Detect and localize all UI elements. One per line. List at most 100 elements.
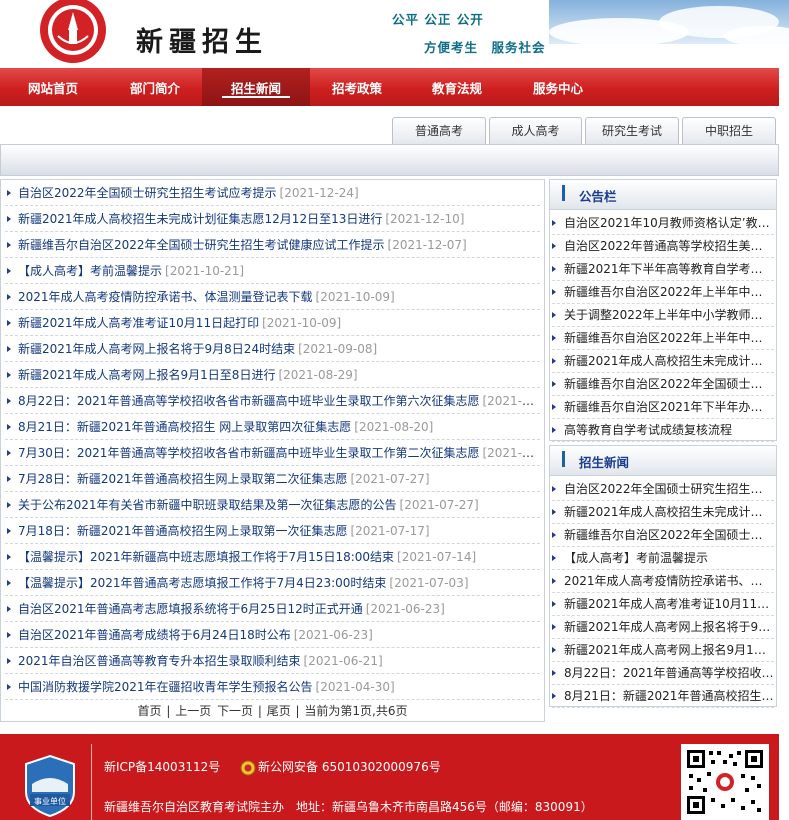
news-title[interactable]: 7月28日：新疆2021年普通高校招生网上录取第二次征集志愿 [18,472,347,486]
news-list-item[interactable]: 新疆2021年成人高考准考证10月11日起打印 [2021-10-09] [5,310,540,336]
pager-first[interactable]: 首页 [138,704,162,718]
news-list-item[interactable]: 7月30日：2021年普通高等学校招收各省市新疆高中班毕业生录取工作第二次征集志… [5,440,540,466]
news-list-item[interactable]: 中国消防救援学院2021年在疆招收青年学生预报名公告 [2021-04-30] [5,674,540,700]
police-record-text: 新公网安备 65010302000976号 [258,760,441,774]
news-title[interactable]: 自治区2021年普通高考成绩将于6月24日18时公布 [18,628,291,642]
bullet-icon [552,381,556,387]
tab-regular-gaokao[interactable]: 普通高考 [392,117,486,144]
tab-adult-gaokao[interactable]: 成人高考 [489,117,582,144]
police-record[interactable]: 新公网安备 65010302000976号 [240,758,441,776]
police-badge-icon [240,760,256,775]
side-news-item[interactable]: 【成人高考】考前温馨提示 [552,547,774,570]
news-list-item[interactable]: 新疆维吾尔自治区2022年全国硕士研究生招生考试健康应试工作提示 [2021-12… [5,232,540,258]
side-news-item[interactable]: 新疆2021年成人高校招生未完成计划征集志愿 [552,501,774,524]
tab-vocational[interactable]: 中职招生 [682,117,776,144]
notice-item[interactable]: 关于调整2022年上半年中小学教师资格考试日期的公告 [552,304,774,327]
side-news-item-text: 新疆2021年成人高考网上报名将于9月8日24时结束 [564,620,774,634]
bullet-icon [7,294,11,300]
notice-item[interactable]: 新疆维吾尔自治区2022年上半年中小学教师资格考试公告 [552,281,774,304]
notice-item[interactable]: 高等教育自学考试成绩复核流程 [552,419,774,442]
slogan-line2: 方便考生 服务社会 [424,40,546,55]
admissions-news-box: 招生新闻 自治区2022年全国硕士研究生招生考试应考提示新疆2021年成人高校招… [549,445,777,708]
news-title[interactable]: 关于公布2021年有关省市新疆中职班录取结果及第一次征集志愿的公告 [18,498,397,512]
bullet-icon [7,216,11,222]
icp-record[interactable]: 新ICP备14003112号 [104,758,220,775]
news-title[interactable]: 新疆2021年成人高校招生未完成计划征集志愿12月12日至13日进行 [18,212,382,226]
tab-graduate-exam[interactable]: 研究生考试 [585,117,679,144]
news-title[interactable]: 【温馨提示】2021年普通高考志愿填报工作将于7月4日23:00时结束 [18,576,386,590]
news-title[interactable]: 8月21日：新疆2021年普通高校招生 网上录取第四次征集志愿 [18,420,351,434]
news-list-item[interactable]: 【成人高考】考前温馨提示 [2021-10-21] [5,258,540,284]
pager-prev[interactable]: 上一页 [175,704,211,718]
tab-content-strip [0,144,779,176]
side-news-item[interactable]: 2021年成人高考疫情防控承诺书、体温测量登记表下载 [552,570,774,593]
news-list-item[interactable]: 新疆2021年成人高校招生未完成计划征集志愿12月12日至13日进行 [2021-… [5,206,540,232]
notice-box-header: 公告栏 [550,180,776,210]
news-list-item[interactable]: 8月21日：新疆2021年普通高校招生 网上录取第四次征集志愿 [2021-08-… [5,414,540,440]
pager-next[interactable]: 下一页 [217,704,253,718]
news-list-item[interactable]: 新疆2021年成人高考网上报名9月1日至8日进行 [2021-08-29] [5,362,540,388]
news-list-item[interactable]: 2021年成人高考疫情防控承诺书、体温测量登记表下载 [2021-10-09] [5,284,540,310]
news-list-item[interactable]: 【温馨提示】2021年普通高考志愿填报工作将于7月4日23:00时结束 [2021… [5,570,540,596]
news-list-item[interactable]: 关于公布2021年有关省市新疆中职班录取结果及第一次征集志愿的公告 [2021-0… [5,492,540,518]
nav-department[interactable]: 部门简介 [114,68,196,106]
news-list-item[interactable]: 7月18日：新疆2021年普通高校招生网上录取第一次征集志愿 [2021-07-1… [5,518,540,544]
news-title[interactable]: 自治区2021年普通高考志愿填报系统将于6月25日12时正式开通 [18,602,363,616]
news-title[interactable]: 8月22日：2021年普通高等学校招收各省市新疆高中班毕业生录取工作第六次征集志… [18,394,479,408]
news-list-item[interactable]: 【温馨提示】2021年新疆高中班志愿填报工作将于7月15日18:00结束 [202… [5,544,540,570]
news-title[interactable]: 新疆2021年成人高考准考证10月11日起打印 [18,316,259,330]
news-title[interactable]: 新疆维吾尔自治区2022年全国硕士研究生招生考试健康应试工作提示 [18,238,385,252]
news-title[interactable]: 自治区2022年全国硕士研究生招生考试应考提示 [18,186,277,200]
nav-service-center[interactable]: 服务中心 [516,68,600,106]
notice-item[interactable]: 新疆2021年成人高校招生未完成计划征集志愿公告 [552,350,774,373]
site-logo-icon[interactable] [36,0,110,66]
pager-last[interactable]: 尾页 [267,704,291,718]
pagination: 首页 | 上一页 下一页 | 尾页 | 当前为第1页,共6页 [137,704,408,718]
news-date: [2021-07-30] [482,446,540,460]
notice-item[interactable]: 新疆2021年下半年高等教育自学考试成绩查询公告 [552,258,774,281]
news-list-item[interactable]: 7月28日：新疆2021年普通高校招生网上录取第二次征集志愿 [2021-07-2… [5,466,540,492]
nav-home[interactable]: 网站首页 [12,68,94,106]
bullet-icon [7,398,11,404]
news-list-item[interactable]: 自治区2022年全国硕士研究生招生考试应考提示 [2021-12-24] [5,180,540,206]
notice-item-text: 自治区2022年普通高等学校招生美术类专业统一考试公告 [564,239,774,253]
nav-education-law[interactable]: 教育法规 [416,68,498,106]
notice-box-title: 公告栏 [579,189,617,204]
side-news-item[interactable]: 新疆2021年成人高考网上报名9月1日至8日进行 [552,639,774,662]
news-list-item[interactable]: 2021年自治区普通高等教育专升本招生录取顺利结束 [2021-06-21] [5,648,540,674]
bullet-icon [7,658,11,664]
bullet-icon [552,243,556,249]
news-title[interactable]: 7月30日：2021年普通高等学校招收各省市新疆高中班毕业生录取工作第二次征集志… [18,446,479,460]
news-title[interactable]: 2021年成人高考疫情防控承诺书、体温测量登记表下载 [18,290,313,304]
nav-exam-policy[interactable]: 招考政策 [316,68,398,106]
notice-item[interactable]: 新疆维吾尔自治区2022年上半年中小学教师资格考试面试公告 [552,327,774,350]
news-list-item[interactable]: 新疆2021年成人高考网上报名将于9月8日24时结束 [2021-09-08] [5,336,540,362]
side-news-item[interactable]: 新疆2021年成人高考准考证10月11日起打印 [552,593,774,616]
qr-code-icon[interactable] [681,744,769,820]
news-title[interactable]: 2021年自治区普通高等教育专升本招生录取顺利结束 [18,654,301,668]
notice-item-text: 关于调整2022年上半年中小学教师资格考试日期的公告 [564,308,774,322]
notice-item[interactable]: 自治区2022年普通高等学校招生美术类专业统一考试公告 [552,235,774,258]
notice-item[interactable]: 自治区2021年10月教师资格认定’教育学、心理学’测试的通知 [552,212,774,235]
side-news-item[interactable]: 自治区2022年全国硕士研究生招生考试应考提示 [552,478,774,501]
side-news-item[interactable]: 新疆维吾尔自治区2022年全国硕士研究生招生考试 [552,524,774,547]
bullet-icon [7,190,11,196]
news-title[interactable]: 【成人高考】考前温馨提示 [18,264,162,278]
news-list-item[interactable]: 8月22日：2021年普通高等学校招收各省市新疆高中班毕业生录取工作第六次征集志… [5,388,540,414]
news-title[interactable]: 7月18日：新疆2021年普通高校招生网上录取第一次征集志愿 [18,524,347,538]
news-title[interactable]: 中国消防救援学院2021年在疆招收青年学生预报名公告 [18,680,313,694]
news-list-item[interactable]: 自治区2021年普通高考成绩将于6月24日18时公布 [2021-06-23] [5,622,540,648]
nav-admissions-news[interactable]: 招生新闻 [202,68,310,106]
news-list-item[interactable]: 自治区2021年普通高考志愿填报系统将于6月25日12时正式开通 [2021-06… [5,596,540,622]
notice-item[interactable]: 新疆维吾尔自治区2021年下半年办理毕业证书的通知 [552,396,774,419]
news-title[interactable]: 新疆2021年成人高考网上报名将于9月8日24时结束 [18,342,295,356]
news-title[interactable]: 【温馨提示】2021年新疆高中班志愿填报工作将于7月15日18:00结束 [18,550,394,564]
bullet-icon [7,502,11,508]
side-news-item[interactable]: 新疆2021年成人高考网上报名将于9月8日24时结束 [552,616,774,639]
news-date: [2021-06-23] [365,602,445,616]
side-news-item[interactable]: 8月22日：2021年普通高等学校招收各省市新疆高中班 [552,662,774,685]
side-news-item[interactable]: 8月21日：新疆2021年普通高校招生网上录取 [552,685,774,708]
news-title[interactable]: 新疆2021年成人高考网上报名9月1日至8日进行 [18,368,275,382]
public-institution-badge-icon[interactable]: 事业单位 [22,754,78,818]
notice-item[interactable]: 新疆维吾尔自治区2022年全国硕士研究生招生考试公告 [552,373,774,396]
